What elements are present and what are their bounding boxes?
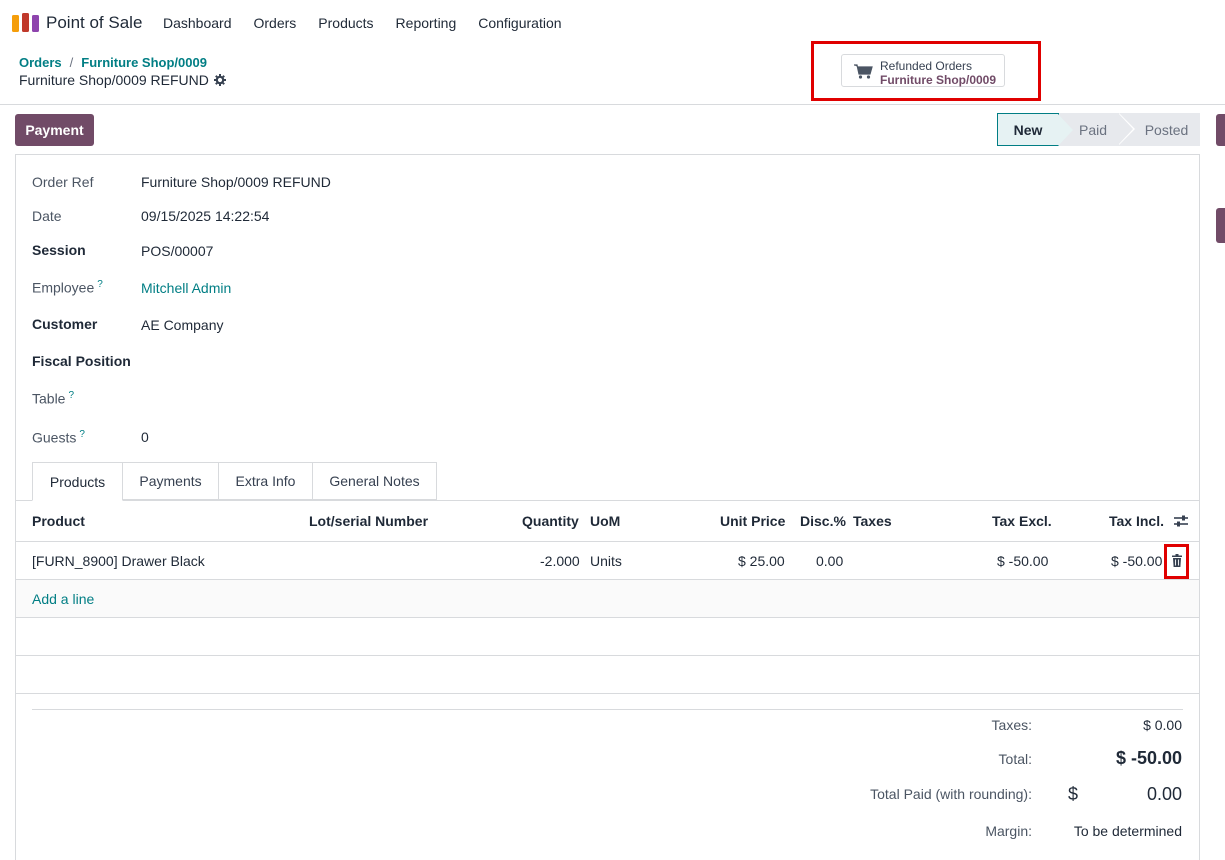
notebook-tabs: Products Payments Extra Info General Not… [32,462,437,501]
tab-payments[interactable]: Payments [123,462,219,500]
session-value: POS/00007 [141,243,214,259]
top-navbar: Point of Sale Dashboard Orders Products … [0,0,1225,46]
col-uom[interactable]: UoM [590,513,620,529]
guests-label-text: Guests [32,429,77,446]
row-divider [16,579,1199,580]
row-divider [16,617,1199,618]
control-panel: Orders / Furniture Shop/0009 Furniture Sho… [0,46,1225,105]
side-button-edge[interactable] [1216,114,1225,146]
table-label: Table? [32,390,74,407]
margin-label: Margin: [985,823,1032,839]
main-menu: Dashboard Orders Products Reporting Conf… [163,15,584,31]
add-line-link[interactable]: Add a line [32,591,94,607]
status-paid-label: Paid [1078,121,1108,138]
add-line-row [16,580,1199,618]
row-divider [16,693,1199,694]
status-posted-label: Posted [1144,121,1189,138]
col-unit-price[interactable]: Unit Price [720,513,785,529]
guests-value[interactable]: 0 [141,429,149,445]
help-tooltip-icon[interactable]: ? [79,429,85,440]
status-new[interactable]: New [997,113,1075,146]
tab-extra-info[interactable]: Extra Info [219,462,313,500]
table-header-divider [16,541,1199,542]
row-uom[interactable]: Units [590,553,622,569]
highlight-box-refunded-orders [811,41,1041,101]
date-value: 09/15/2025 14:22:54 [141,208,270,224]
optional-columns-icon[interactable] [1173,514,1189,528]
tab-products[interactable]: Products [32,462,123,501]
col-tax-incl[interactable]: Tax Incl. [1109,513,1164,529]
total-paid-value: 0.00 [1146,784,1182,804]
menu-dashboard[interactable]: Dashboard [163,15,232,31]
col-product[interactable]: Product [32,513,85,529]
session-label: Session [32,242,86,258]
record-title: Furniture Shop/0009 REFUND [19,72,209,88]
taxes-total-label: Taxes: [991,717,1032,733]
col-taxes[interactable]: Taxes [853,513,892,529]
total-value: $ -50.00 [1115,748,1182,768]
total-paid-currency: $ [1068,784,1079,804]
margin-value: To be determined [1073,823,1182,839]
menu-configuration[interactable]: Configuration [478,15,561,31]
gear-icon[interactable] [214,74,226,86]
col-disc[interactable]: Disc.% [800,513,846,529]
side-avatar-edge[interactable] [1216,208,1225,243]
row-divider [16,655,1199,656]
table-label-text: Table [32,390,66,407]
guests-label: Guests? [32,429,85,446]
customer-value[interactable]: AE Company [141,317,223,333]
fiscal-position-label: Fiscal Position [32,353,131,369]
app-name[interactable]: Point of Sale [46,13,142,33]
highlight-box-delete [1164,544,1189,579]
employee-value[interactable]: Mitchell Admin [141,280,231,296]
help-tooltip-icon[interactable]: ? [68,390,74,401]
taxes-total-value: $ 0.00 [1143,717,1182,733]
row-tax-incl: $ -50.00 [1111,553,1163,569]
row-unit-price[interactable]: $ 25.00 [738,553,785,569]
totals-divider [32,709,1183,710]
breadcrumb-separator: / [69,55,74,70]
row-disc[interactable]: 0.00 [816,553,843,569]
pos-app-icon[interactable] [12,13,39,32]
employee-label: Employee? [32,279,103,296]
menu-products[interactable]: Products [318,15,373,31]
row-product[interactable]: [FURN_8900] Drawer Black [32,553,205,569]
col-tax-excl[interactable]: Tax Excl. [992,513,1052,529]
breadcrumb-orders[interactable]: Orders [19,55,62,70]
statusbar: New Paid Posted [997,113,1200,146]
total-label: Total: [998,751,1032,767]
breadcrumb: Orders / Furniture Shop/0009 [19,55,207,70]
date-label: Date [32,208,62,224]
breadcrumb-order[interactable]: Furniture Shop/0009 [81,55,207,70]
total-paid-label: Total Paid (with rounding): [870,786,1032,802]
customer-label: Customer [32,316,98,332]
col-quantity[interactable]: Quantity [522,513,579,529]
menu-reporting[interactable]: Reporting [396,15,457,31]
help-tooltip-icon[interactable]: ? [97,279,103,290]
row-quantity[interactable]: -2.000 [540,553,580,569]
status-new-label: New [1013,121,1043,138]
payment-button[interactable]: Payment [15,114,94,146]
menu-orders[interactable]: Orders [254,15,297,31]
employee-label-text: Employee [32,279,95,296]
order-ref-label: Order Ref [32,174,94,190]
tab-general-notes[interactable]: General Notes [313,462,437,500]
order-ref-value: Furniture Shop/0009 REFUND [141,174,331,190]
col-lot[interactable]: Lot/serial Number [309,513,428,529]
row-tax-excl: $ -50.00 [997,553,1049,569]
